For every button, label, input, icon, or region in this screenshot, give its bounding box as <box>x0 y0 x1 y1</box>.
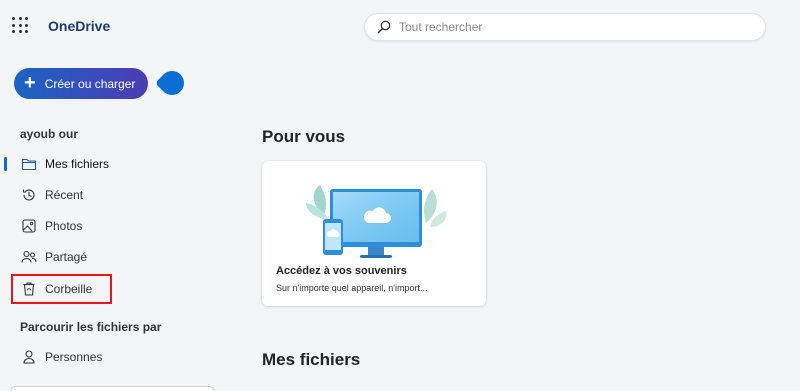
user-name: ayoub our <box>20 127 79 141</box>
for-you-heading: Pour vous <box>262 127 346 146</box>
app-title[interactable]: OneDrive <box>48 18 110 34</box>
search-box[interactable] <box>364 13 766 41</box>
image-icon <box>22 219 36 233</box>
sidebar-item-my-files[interactable]: Mes fichiers <box>0 152 200 176</box>
sidebar-item-label: Partagé <box>45 250 88 264</box>
app-launcher-icon[interactable] <box>12 17 28 33</box>
teaching-bubble-icon[interactable] <box>155 66 189 100</box>
plus-icon: + <box>24 71 36 94</box>
memories-illustration <box>306 185 447 258</box>
sidebar-item-label: Photos <box>45 219 83 233</box>
create-upload-button[interactable]: + Créer ou charger <box>14 68 148 99</box>
search-icon <box>377 20 391 34</box>
sidebar-item-people[interactable]: Personnes <box>0 345 200 369</box>
sidebar-item-photos[interactable]: Photos <box>0 214 200 238</box>
highlight-annotation <box>11 274 112 304</box>
sidebar-item-label: Mes fichiers <box>45 157 110 171</box>
sidebar-item-label: Récent <box>45 188 84 202</box>
sidebar-item-label: Personnes <box>45 350 103 364</box>
person-icon <box>23 350 35 364</box>
my-files-heading: Mes fichiers <box>262 350 361 369</box>
search-input[interactable] <box>399 20 729 34</box>
sidebar-item-recent[interactable]: Récent <box>0 183 200 207</box>
clock-history-icon <box>22 189 35 201</box>
folder-icon <box>21 158 37 171</box>
memories-card[interactable]: Accédez à vos souvenirs Sur n'importe qu… <box>262 161 486 306</box>
people-icon <box>21 250 37 263</box>
sidebar-item-shared[interactable]: Partagé <box>0 245 200 269</box>
browse-heading: Parcourir les fichiers par <box>20 320 162 334</box>
card-subtitle: Sur n'importe quel appareil, n'import... <box>276 283 428 293</box>
card-title: Accédez à vos souvenirs <box>276 265 407 277</box>
sidebar-storage-panel <box>10 386 215 391</box>
create-upload-label: Créer ou charger <box>44 76 136 91</box>
